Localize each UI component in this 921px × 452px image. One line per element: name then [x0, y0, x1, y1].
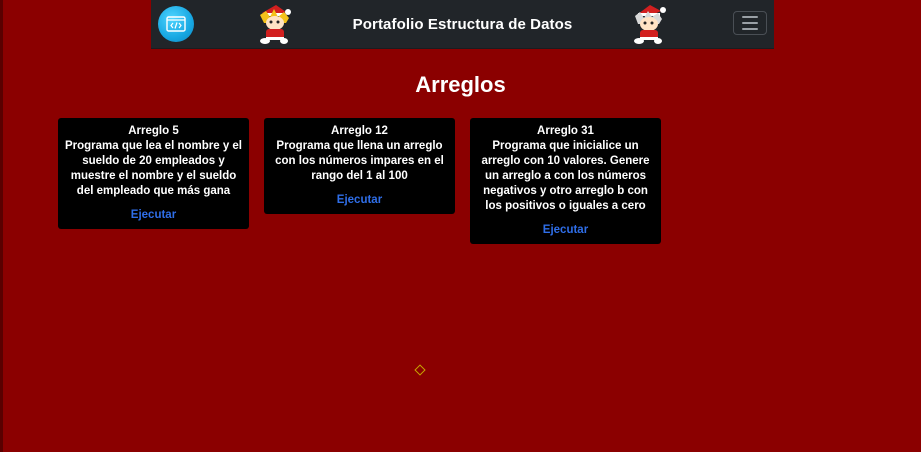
execute-link[interactable]: Ejecutar [337, 193, 382, 208]
mascot-santa-right-icon [634, 5, 666, 44]
card-description: Programa que llena un arreglo con los nú… [275, 140, 444, 182]
navbar: Portafolio Estructura de Datos [151, 0, 774, 49]
execute-link[interactable]: Ejecutar [131, 208, 176, 223]
navbar-title[interactable]: Portafolio Estructura de Datos [151, 0, 774, 48]
card-arreglo-31: Arreglo 31 Programa que inicialice un ar… [470, 118, 661, 244]
card-arreglo-12: Arreglo 12 Programa que llena un arreglo… [264, 118, 455, 214]
page-left-edge [0, 0, 3, 452]
card-description: Programa que lea el nombre y el sueldo d… [64, 140, 243, 197]
card-title: Arreglo 12 [331, 125, 388, 137]
execute-link[interactable]: Ejecutar [543, 223, 588, 238]
hamburger-menu-icon [742, 16, 758, 18]
card-arreglo-5: Arreglo 5 Programa que lea el nombre y e… [58, 118, 249, 229]
page-title: Arreglos [415, 72, 506, 97]
hamburger-menu-icon [742, 28, 758, 30]
hamburger-menu-icon [742, 22, 758, 24]
card-description: Programa que inicialice un arreglo con 1… [481, 140, 650, 212]
card-title: Arreglo 5 [128, 125, 179, 137]
card-title: Arreglo 31 [537, 125, 594, 137]
cursor-marker-icon [414, 364, 426, 376]
navbar-toggler-button[interactable] [733, 11, 767, 35]
